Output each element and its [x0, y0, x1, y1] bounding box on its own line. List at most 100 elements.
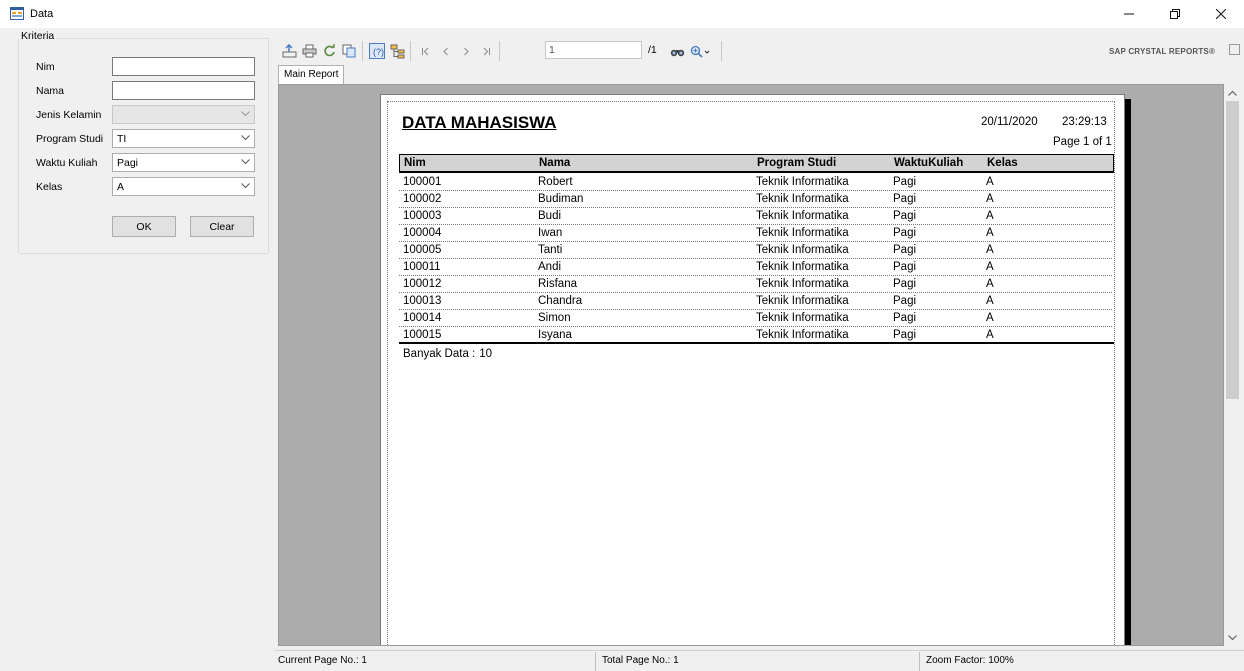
waktu-kuliah-label: Waktu Kuliah [36, 157, 98, 169]
table-row: 100003 Budi Teknik Informatika Pagi A [399, 208, 1112, 225]
viewer-toolbar: (?) 1 /1 SAP CRYSTAL REPORTS® [275, 36, 1244, 66]
first-page-icon [422, 47, 429, 55]
status-divider [919, 652, 920, 671]
waktu-kuliah-select[interactable]: Pagi [112, 153, 255, 172]
vertical-scrollbar[interactable] [1224, 84, 1241, 646]
find-button[interactable] [669, 43, 685, 59]
goto-page-input[interactable]: 1 [545, 41, 642, 59]
close-button[interactable] [1198, 0, 1244, 28]
chevron-down-icon [1228, 634, 1237, 640]
clear-button[interactable]: Clear [190, 216, 254, 237]
status-zoom: Zoom Factor: 100% [926, 655, 1014, 666]
cell-program-studi: Teknik Informatika [756, 244, 849, 256]
cell-nama: Robert [538, 176, 573, 188]
header-nim: Nim [404, 157, 426, 169]
cell-kelas: A [986, 193, 994, 205]
nama-label: Nama [36, 85, 65, 97]
last-page-icon [483, 47, 490, 55]
cell-nim: 100014 [403, 312, 442, 324]
toolbar-separator [499, 41, 500, 61]
zoom-icon [690, 45, 710, 58]
group-tree-icon [390, 44, 404, 58]
restore-icon [1170, 9, 1180, 19]
cell-program-studi: Teknik Informatika [756, 176, 849, 188]
cell-nama: Chandra [538, 295, 583, 307]
cell-nim: 100003 [403, 210, 442, 222]
zoom-button[interactable] [689, 43, 711, 59]
tab-main-report[interactable]: Main Report [278, 65, 345, 85]
prev-page-button[interactable] [438, 43, 454, 59]
cell-nim: 100005 [403, 244, 442, 256]
export-button[interactable] [281, 43, 297, 59]
program-studi-label: Program Studi [36, 133, 104, 145]
report-summary: Banyak Data :10 [403, 348, 492, 360]
cell-kelas: A [986, 210, 994, 222]
table-row: 100002 Budiman Teknik Informatika Pagi A [399, 191, 1112, 208]
status-total-page: Total Page No.: 1 [602, 655, 679, 666]
chevron-down-icon [241, 111, 250, 117]
refresh-icon [323, 44, 335, 57]
minimize-icon [1124, 13, 1134, 15]
cell-program-studi: Teknik Informatika [756, 210, 849, 222]
cell-nama: Budi [538, 210, 562, 222]
cell-program-studi: Teknik Informatika [756, 193, 849, 205]
maximize-button[interactable] [1152, 0, 1198, 28]
table-row: 100013 Chandra Teknik Informatika Pagi A [399, 293, 1112, 310]
find-icon [670, 49, 684, 56]
report-canvas: DATA MAHASISWA 20/11/2020 23:29:13 Page … [278, 84, 1224, 646]
cell-nim: 100015 [403, 329, 442, 341]
scroll-down-button[interactable] [1224, 629, 1241, 646]
minimize-button[interactable] [1106, 0, 1152, 28]
header-waktu-kuliah: WaktuKuliah [894, 157, 964, 169]
nama-input[interactable] [112, 81, 255, 100]
copy-button[interactable] [341, 43, 357, 59]
cell-waktu-kuliah: Pagi [893, 295, 917, 307]
svg-text:(?): (?) [373, 47, 384, 57]
toolbar-separator [410, 41, 411, 61]
cell-waktu-kuliah: Pagi [893, 176, 917, 188]
cell-kelas: A [986, 176, 994, 188]
cell-program-studi: Teknik Informatika [756, 261, 849, 273]
cell-waktu-kuliah: Pagi [893, 329, 917, 341]
refresh-button[interactable] [321, 43, 337, 59]
chevron-down-icon [241, 135, 250, 141]
scrollbar-thumb[interactable] [1226, 101, 1239, 399]
first-page-button[interactable] [418, 43, 434, 59]
status-bar: Current Page No.: 1 Total Page No.: 1 Zo… [275, 650, 1244, 671]
crystal-reports-brand: SAP CRYSTAL REPORTS® [1109, 47, 1216, 56]
cell-waktu-kuliah: Pagi [893, 312, 917, 324]
cell-nama: Risfana [538, 278, 577, 290]
report-viewer: (?) 1 /1 SAP CRYSTAL REPORTS® Main Repor… [275, 36, 1244, 671]
table-row: 100012 Risfana Teknik Informatika Pagi A [399, 276, 1112, 293]
next-page-button[interactable] [458, 43, 474, 59]
table-row: 100014 Simon Teknik Informatika Pagi A [399, 310, 1112, 327]
table-header-row: Nim Nama Program Studi WaktuKuliah Kelas [399, 154, 1114, 173]
cell-kelas: A [986, 278, 994, 290]
cell-kelas: A [986, 312, 994, 324]
print-button[interactable] [301, 43, 317, 59]
last-page-button[interactable] [478, 43, 494, 59]
export-icon [282, 44, 296, 58]
print-icon [302, 44, 316, 58]
ok-button[interactable]: OK [112, 216, 176, 237]
cell-nim: 100002 [403, 193, 442, 205]
help-button[interactable]: (?) [369, 43, 385, 59]
program-studi-select[interactable]: TI [112, 129, 255, 148]
help-icon: (?) [373, 47, 384, 57]
nim-input[interactable] [112, 57, 255, 76]
chevron-up-icon [1228, 90, 1237, 96]
cell-nama: Iwan [538, 227, 563, 239]
scroll-up-button[interactable] [1224, 84, 1241, 101]
table-row: 100004 Iwan Teknik Informatika Pagi A [399, 225, 1112, 242]
table-row: 100005 Tanti Teknik Informatika Pagi A [399, 242, 1112, 259]
status-divider [595, 652, 596, 671]
cell-nama: Isyana [538, 329, 572, 341]
jenis-kelamin-select[interactable] [112, 105, 255, 124]
kelas-select[interactable]: A [112, 177, 255, 196]
summary-label: Banyak Data : [403, 348, 476, 360]
copy-icon [342, 44, 355, 58]
report-title: DATA MAHASISWA [402, 113, 557, 132]
prev-page-icon [443, 47, 448, 55]
group-tree-button[interactable] [389, 43, 405, 59]
header-program-studi: Program Studi [757, 157, 837, 169]
